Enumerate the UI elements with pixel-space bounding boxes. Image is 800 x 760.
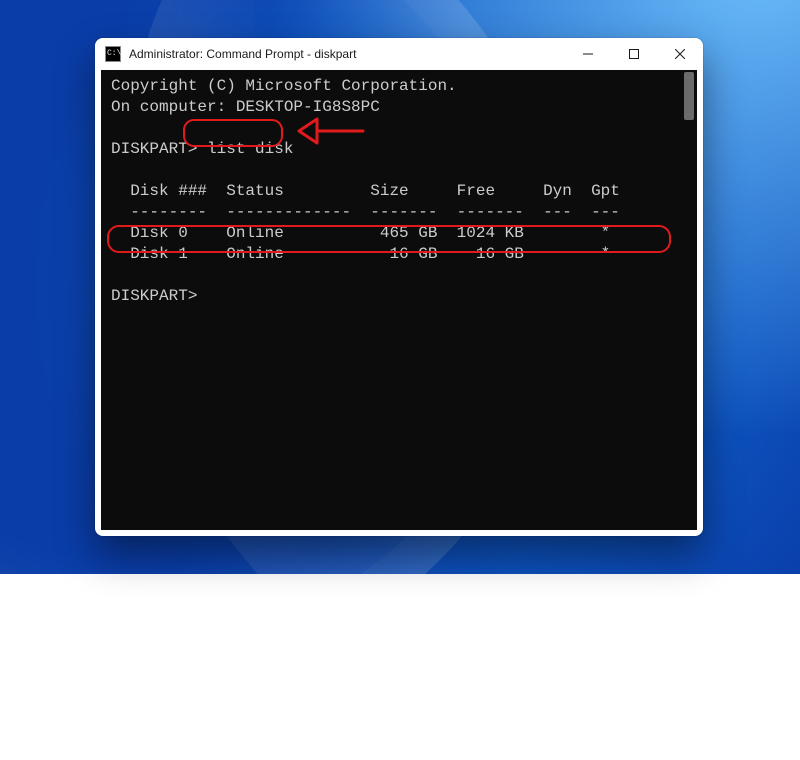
prompt-1: DISKPART> [111, 140, 207, 158]
scrollbar-thumb[interactable] [684, 72, 694, 120]
terminal-area[interactable]: Copyright (C) Microsoft Corporation. On … [101, 70, 697, 530]
command-prompt-icon [105, 46, 121, 62]
table-header: Disk ### Status Size Free Dyn Gpt [111, 182, 620, 200]
window-controls [565, 38, 703, 70]
command-list-disk: list disk [207, 140, 293, 158]
terminal-output: Copyright (C) Microsoft Corporation. On … [101, 70, 697, 530]
prompt-2: DISKPART> [111, 287, 197, 305]
command-prompt-window: Administrator: Command Prompt - diskpart… [95, 38, 703, 536]
table-row: Disk 0 Online 465 GB 1024 KB * [111, 224, 610, 242]
line-copyright: Copyright (C) Microsoft Corporation. [111, 77, 457, 95]
window-title: Administrator: Command Prompt - diskpart [129, 47, 565, 61]
line-oncomputer: On computer: DESKTOP-IG8S8PC [111, 98, 380, 116]
window-titlebar[interactable]: Administrator: Command Prompt - diskpart [95, 38, 703, 70]
minimize-button[interactable] [565, 38, 611, 70]
maximize-button[interactable] [611, 38, 657, 70]
table-row: Disk 1 Online 16 GB 16 GB * [111, 245, 610, 263]
close-button[interactable] [657, 38, 703, 70]
vertical-scrollbar[interactable] [681, 70, 697, 530]
table-rule: -------- ------------- ------- ------- -… [111, 203, 620, 221]
